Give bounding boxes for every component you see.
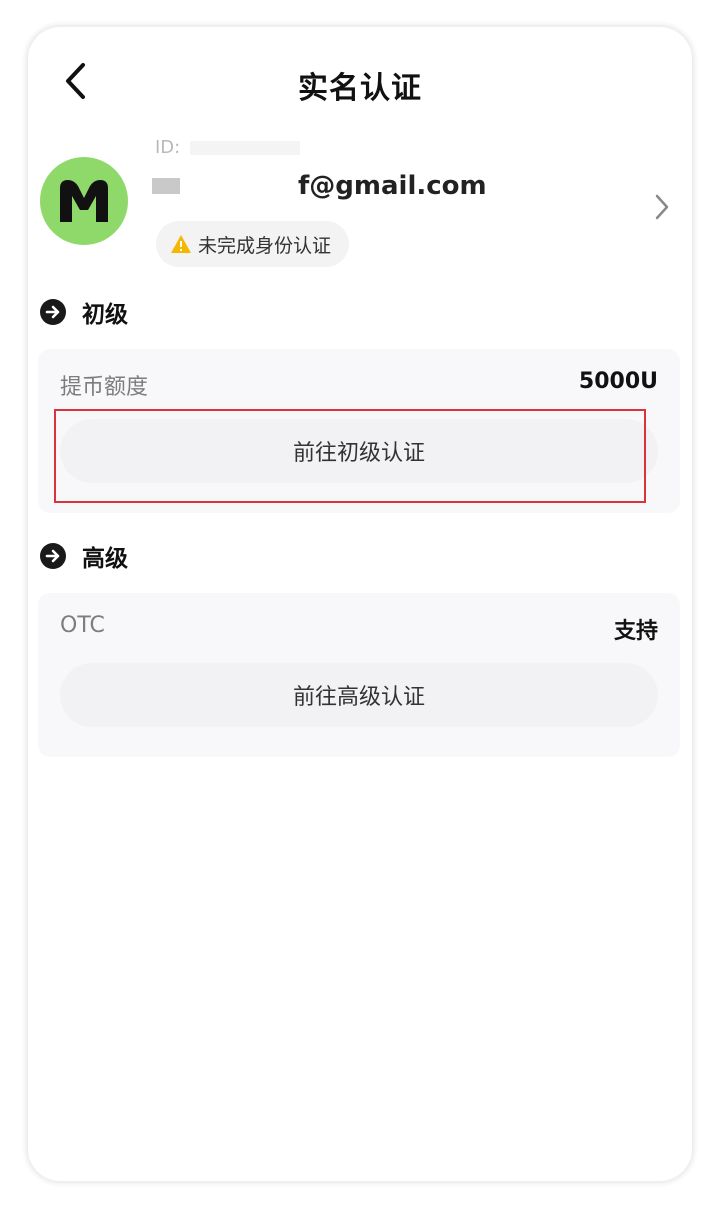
- otc-label: OTC: [60, 613, 105, 638]
- page-title: 实名认证: [298, 71, 422, 106]
- email-mask: [152, 178, 180, 194]
- avatar: [40, 157, 128, 245]
- section-title-advanced-text: 高级: [82, 546, 128, 572]
- advanced-verify-button[interactable]: 前往高级认证: [60, 663, 658, 727]
- otc-value: 支持: [613, 619, 658, 644]
- advanced-level-card: OTC 支持 前往高级认证: [38, 593, 680, 757]
- withdraw-limit-value: 5000U: [578, 369, 658, 394]
- user-id-label: ID:: [155, 137, 181, 158]
- arrow-circle-right-icon: [40, 543, 66, 569]
- user-email: f@gmail.com: [152, 171, 487, 201]
- nav-header: 实名认证: [28, 27, 692, 137]
- screen-frame: 实名认证 ID: f@gmail.com 未完成身份认证 初级 提币额度 500…: [28, 27, 692, 1181]
- status-badge-text: 未完成身份认证: [198, 234, 332, 257]
- warning-icon: [171, 235, 191, 253]
- basic-verify-button[interactable]: 前往初级认证: [60, 419, 658, 483]
- section-title-advanced: 高级: [40, 539, 128, 573]
- section-title-basic-text: 初级: [82, 302, 128, 328]
- basic-level-card: 提币额度 5000U 前往初级认证: [38, 349, 680, 513]
- status-badge: 未完成身份认证: [156, 221, 350, 267]
- withdraw-limit-label: 提币额度: [60, 375, 149, 400]
- user-email-text: f@gmail.com: [298, 171, 487, 201]
- section-title-basic: 初级: [40, 295, 128, 329]
- user-id-mask: [190, 141, 301, 155]
- arrow-circle-right-icon: [40, 299, 66, 325]
- user-id: ID:: [155, 137, 301, 158]
- chevron-right-icon: [655, 194, 669, 220]
- profile-row[interactable]: ID: f@gmail.com 未完成身份认证: [28, 135, 692, 285]
- avatar-logo-icon: [60, 180, 108, 222]
